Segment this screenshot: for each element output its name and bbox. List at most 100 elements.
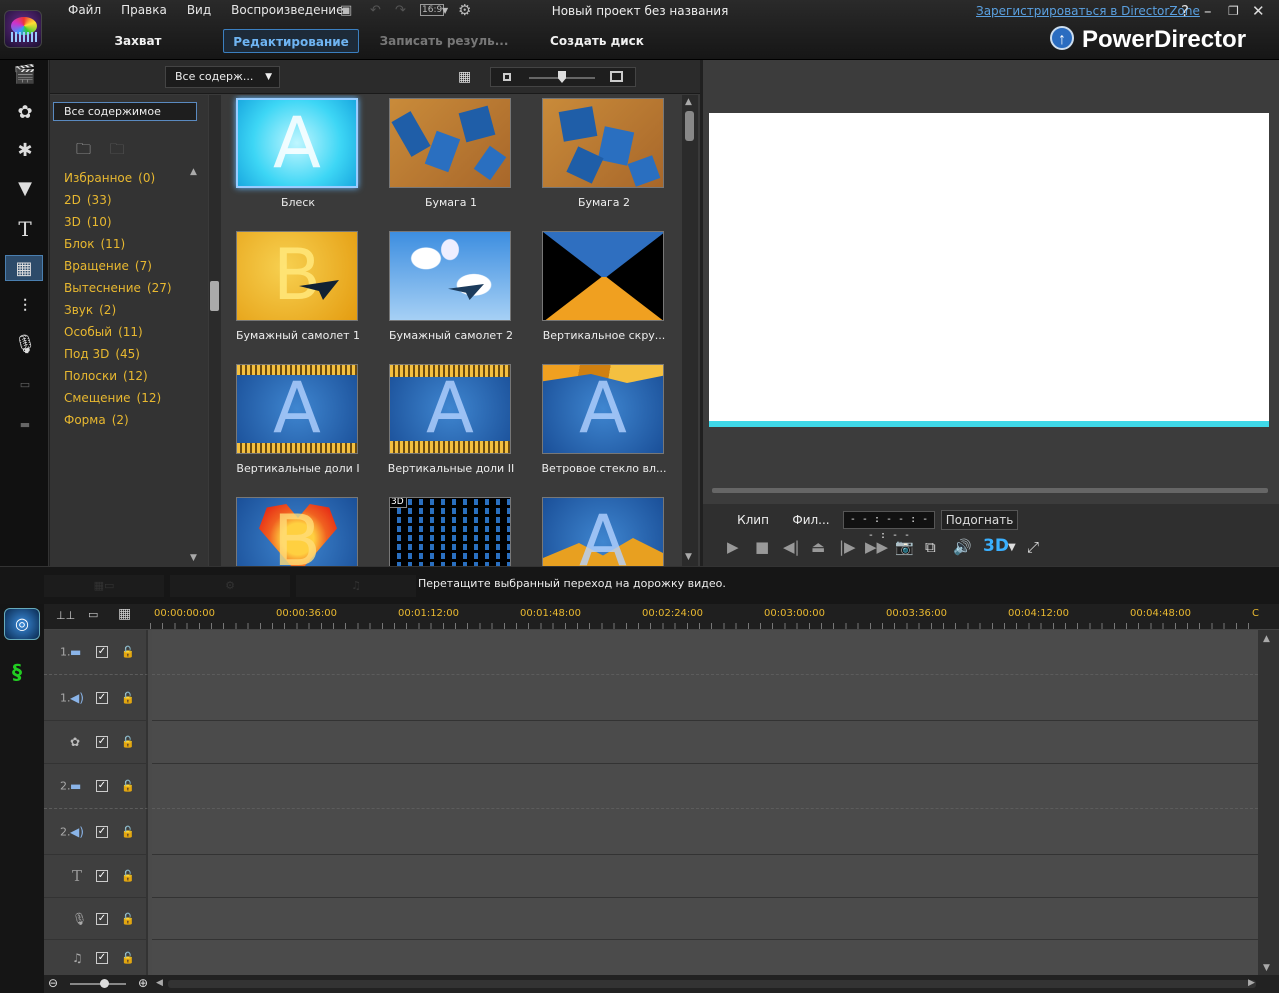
scroll-up-icon[interactable]: ▲: [1263, 634, 1270, 644]
category-item[interactable]: Вращение (7): [64, 255, 172, 277]
track-enable-checkbox[interactable]: ✓: [96, 825, 108, 838]
category-item[interactable]: Избранное (0): [64, 167, 172, 189]
transition-tile[interactable]: B Бумажный самолет 1: [228, 228, 368, 348]
save-icon[interactable]: ▣: [340, 3, 352, 18]
track-lane[interactable]: [152, 809, 1258, 855]
particle-room-icon[interactable]: ▼: [10, 176, 40, 202]
grid-scrollbar[interactable]: ▲ ▼: [682, 95, 698, 566]
category-item[interactable]: 2D (33): [64, 189, 172, 211]
previous-frame-icon[interactable]: ◀|: [783, 538, 800, 556]
transition-tile[interactable]: A Вертикальные доли I: [228, 361, 368, 481]
category-item[interactable]: Форма (2): [64, 409, 172, 431]
track-lane[interactable]: [152, 721, 1258, 764]
lock-icon[interactable]: 🔓: [121, 780, 135, 793]
pip-room-icon[interactable]: ✱: [10, 138, 40, 164]
undock-icon[interactable]: ⤢: [1027, 538, 1039, 556]
fast-forward-icon[interactable]: ▶▶: [865, 538, 888, 556]
redo-icon[interactable]: ↷: [395, 3, 406, 18]
title-room-icon[interactable]: T: [10, 216, 40, 242]
chevron-down-icon[interactable]: ▼: [1008, 542, 1016, 553]
scroll-down-icon[interactable]: ▼: [685, 552, 692, 562]
category-item[interactable]: Вытеснение (27): [64, 277, 172, 299]
audio-button[interactable]: ♫: [296, 575, 416, 597]
category-selector[interactable]: Все содержимое: [53, 102, 197, 121]
scroll-thumb[interactable]: [685, 111, 694, 141]
zoom-in-icon[interactable]: ⊕: [138, 976, 148, 990]
chevron-down-icon[interactable]: ▼: [442, 6, 448, 15]
lock-icon[interactable]: 🔓: [121, 870, 135, 883]
effect-room-icon[interactable]: ✿: [10, 100, 40, 126]
lock-icon[interactable]: 🔓: [121, 691, 135, 704]
transition-tile[interactable]: Вертикальное скру...: [534, 228, 674, 348]
scroll-down-icon[interactable]: ▼: [1263, 963, 1270, 973]
media-room-icon[interactable]: 🎬: [10, 62, 40, 88]
tab-create-disc[interactable]: Создать диск: [529, 29, 665, 53]
menu-file[interactable]: Файл: [58, 3, 111, 21]
zoom-out-icon[interactable]: ⊖: [48, 976, 58, 990]
restore-icon[interactable]: ❐: [1228, 4, 1239, 18]
track-enable-checkbox[interactable]: ✓: [96, 870, 108, 882]
category-item[interactable]: Полоски (12): [64, 365, 172, 387]
category-item[interactable]: Под 3D (45): [64, 343, 172, 365]
3d-mode-button[interactable]: 3D: [983, 536, 1009, 556]
track-enable-checkbox[interactable]: ✓: [96, 780, 108, 792]
modify-button[interactable]: ⚙: [170, 575, 290, 597]
small-thumb-icon[interactable]: [503, 73, 511, 81]
transition-room-icon[interactable]: ▦: [5, 255, 43, 281]
undo-icon[interactable]: ↶: [370, 3, 381, 18]
play-icon[interactable]: ▶: [727, 538, 739, 556]
tab-movie[interactable]: Фил...: [783, 510, 839, 530]
category-item[interactable]: Смещение (12): [64, 387, 172, 409]
transition-tile[interactable]: Бумажный самолет 2: [381, 228, 521, 348]
stop-icon[interactable]: ■: [755, 538, 769, 556]
lock-icon[interactable]: 🔓: [121, 736, 135, 749]
folder-icon[interactable]: 🗀: [110, 140, 125, 158]
scroll-left-icon[interactable]: ◀: [156, 978, 163, 988]
subtitle-room-icon[interactable]: ▬: [10, 412, 40, 438]
scroll-down-icon[interactable]: ▼: [190, 553, 197, 563]
panel-splitter[interactable]: [209, 95, 221, 566]
lock-icon[interactable]: 🔓: [121, 912, 135, 925]
track-lane[interactable]: [152, 898, 1258, 940]
thumbnail-size-slider[interactable]: [490, 67, 636, 87]
tab-edit[interactable]: Редактирование: [223, 29, 359, 53]
scroll-up-icon[interactable]: ▲: [190, 167, 197, 177]
grid-view-icon[interactable]: ▦: [458, 69, 471, 85]
timeline-mode-button[interactable]: ▦▭: [44, 575, 164, 597]
tab-capture[interactable]: Захват: [70, 29, 206, 53]
collapse-handle[interactable]: [210, 281, 219, 311]
tab-produce[interactable]: Записать резуль...: [376, 29, 512, 53]
close-icon[interactable]: ✕: [1252, 2, 1265, 20]
fit-dropdown[interactable]: Подогнать: [941, 510, 1018, 530]
category-item[interactable]: Особый (11): [64, 321, 172, 343]
storyboard-icon[interactable]: ⊥⊥: [56, 609, 75, 622]
audio-mixing-room-icon[interactable]: ⫶: [10, 294, 40, 320]
new-folder-icon[interactable]: 🗀: [76, 140, 91, 158]
tab-clip[interactable]: Клип: [725, 510, 781, 530]
transition-tile[interactable]: A: [534, 494, 674, 566]
next-frame-icon[interactable]: |▶: [839, 538, 856, 556]
track-lane[interactable]: [152, 940, 1258, 975]
category-item[interactable]: Блок (11): [64, 233, 172, 255]
lock-icon[interactable]: 🔓: [121, 951, 135, 964]
track-enable-checkbox[interactable]: ✓: [96, 646, 108, 658]
help-button[interactable]: ?: [1181, 2, 1189, 20]
slider-knob[interactable]: [558, 71, 566, 83]
audio-tools-icon[interactable]: §: [12, 660, 22, 684]
minimize-icon[interactable]: –: [1204, 2, 1212, 20]
track-enable-checkbox[interactable]: ✓: [96, 951, 108, 964]
upgrade-icon[interactable]: ↑: [1050, 26, 1074, 50]
category-item[interactable]: 3D (10): [64, 211, 172, 233]
transition-tile[interactable]: Бумага 2: [534, 95, 674, 215]
track-lane[interactable]: [152, 675, 1258, 721]
transition-tile[interactable]: B: [228, 494, 368, 566]
zoom-knob[interactable]: [100, 979, 109, 988]
lock-icon[interactable]: 🔓: [121, 646, 135, 659]
chapter-room-icon[interactable]: ▭: [10, 372, 40, 398]
transition-tile[interactable]: A Ветровое стекло вл...: [534, 361, 674, 481]
category-scrollbar[interactable]: ▲ ▼: [190, 167, 204, 567]
menu-playback[interactable]: Воспроизведение: [221, 3, 353, 21]
large-thumb-icon[interactable]: [610, 71, 623, 82]
aspect-ratio-button[interactable]: 16:9: [420, 4, 445, 16]
display-mode-icon[interactable]: ⧉: [925, 538, 936, 556]
